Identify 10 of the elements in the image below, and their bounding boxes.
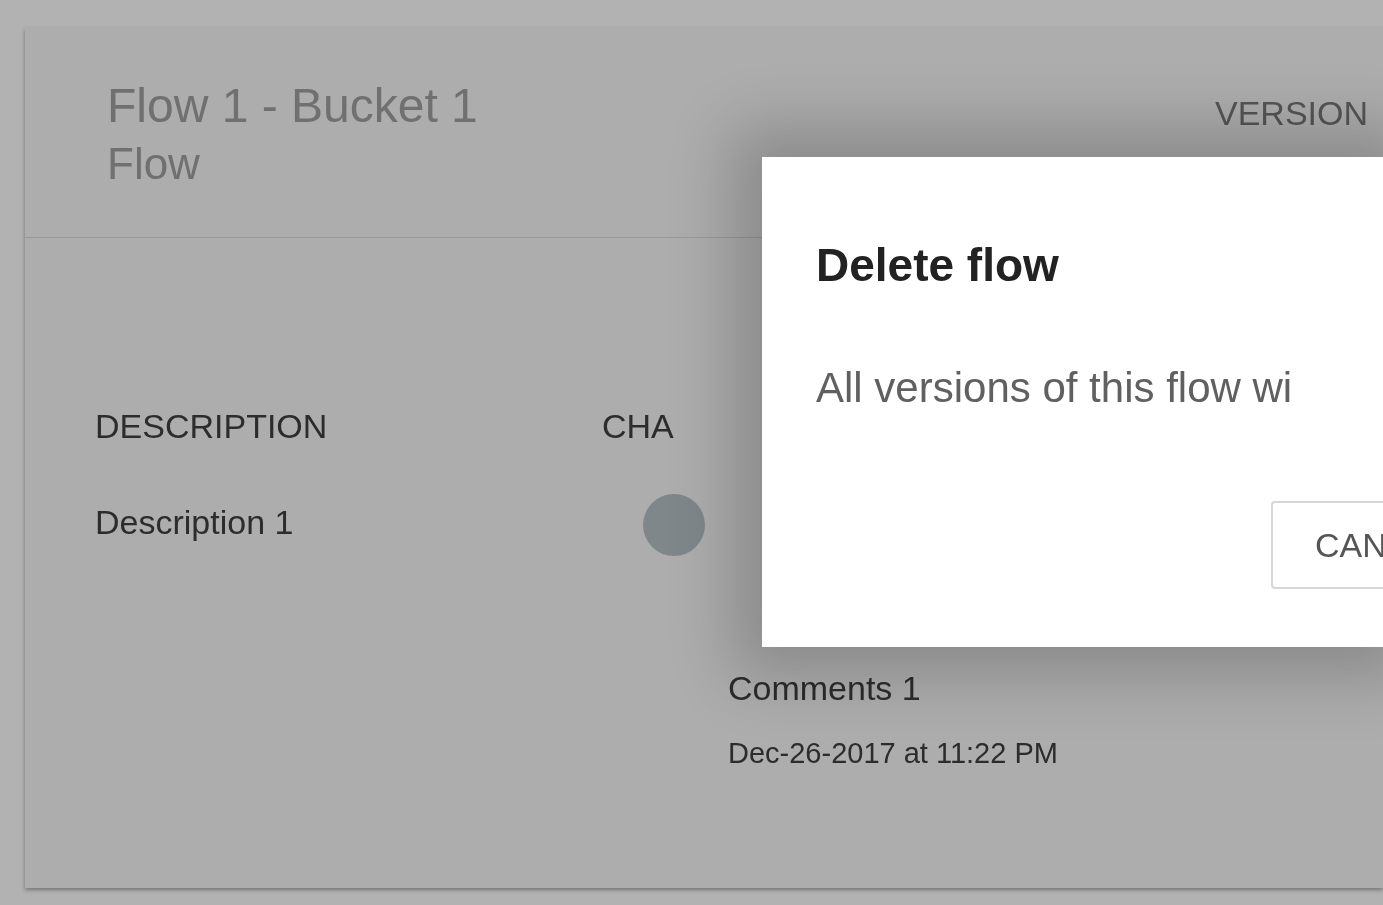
description-label: DESCRIPTION (95, 406, 329, 446)
comment-text: Comments 1 (728, 668, 922, 708)
description-value: Description 1 (95, 502, 295, 542)
flow-title: Flow 1 - Bucket 1 (107, 78, 478, 134)
changes-label: CHA (602, 406, 675, 446)
dialog-message: All versions of this flow wi (816, 363, 1294, 413)
comment-date: Dec-26-2017 at 11:22 PM (728, 736, 1058, 770)
flow-type: Flow (107, 138, 201, 190)
versions-label: VERSION (1215, 94, 1369, 132)
dialog-title: Delete flow (816, 238, 1060, 293)
